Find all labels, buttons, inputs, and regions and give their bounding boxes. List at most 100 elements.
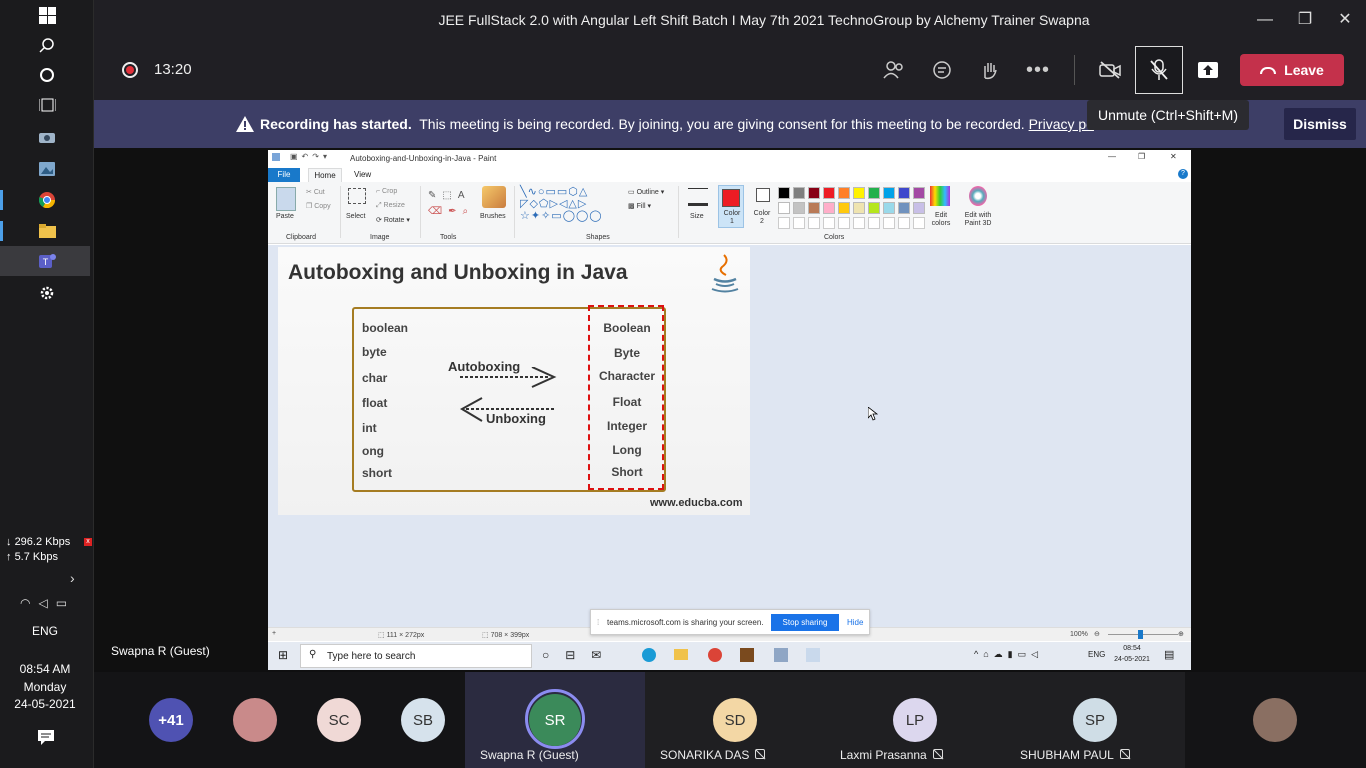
color2-label[interactable]: Color 2 bbox=[752, 210, 772, 226]
copy-button[interactable]: ❐ Copy bbox=[306, 202, 331, 210]
drag-handle-icon[interactable]: ⁞ bbox=[597, 618, 599, 627]
tools-icons[interactable]: ✎⬚A bbox=[428, 190, 471, 201]
inner-start-icon[interactable]: ⊞ bbox=[278, 648, 288, 662]
size-icon[interactable] bbox=[688, 188, 708, 206]
app-icon[interactable] bbox=[774, 648, 788, 662]
palette-swatch[interactable] bbox=[853, 202, 865, 214]
palette-empty-swatch[interactable] bbox=[898, 217, 910, 229]
tab-file[interactable]: File bbox=[268, 168, 300, 182]
stop-sharing-button[interactable]: Stop sharing bbox=[771, 614, 839, 631]
raise-hand-icon[interactable] bbox=[970, 50, 1010, 90]
app-icon[interactable] bbox=[740, 648, 754, 662]
participant-avatar[interactable]: SD bbox=[713, 698, 757, 742]
paint-restore-icon[interactable]: ❐ bbox=[1138, 152, 1145, 161]
palette-swatch[interactable] bbox=[883, 187, 895, 199]
select-icon[interactable] bbox=[348, 188, 366, 204]
palette-swatch[interactable] bbox=[913, 202, 925, 214]
search-icon[interactable] bbox=[0, 30, 94, 60]
palette-empty-swatch[interactable] bbox=[823, 217, 835, 229]
inner-tray-icons[interactable]: ^⌂☁▮▭◁ bbox=[974, 649, 1043, 660]
participant-avatar[interactable]: SC bbox=[317, 698, 361, 742]
language-indicator[interactable]: ENG bbox=[0, 624, 90, 638]
outline-button[interactable]: ▭ Outline ▾ bbox=[628, 188, 664, 196]
leave-button[interactable]: Leave bbox=[1240, 54, 1344, 86]
mute-button[interactable] bbox=[1135, 46, 1183, 94]
teams-icon[interactable]: T bbox=[0, 246, 94, 276]
inner-taskbar-apps[interactable]: ○⊟✉ bbox=[542, 648, 617, 662]
edge-icon[interactable] bbox=[642, 648, 656, 662]
inner-language[interactable]: ENG bbox=[1088, 650, 1105, 659]
color-palette[interactable] bbox=[778, 187, 928, 231]
palette-empty-swatch[interactable] bbox=[778, 217, 790, 229]
zoom-out-icon[interactable]: ⊖ bbox=[1094, 630, 1100, 638]
dismiss-button[interactable]: Dismiss bbox=[1284, 108, 1356, 140]
photos-app-icon[interactable] bbox=[0, 154, 94, 184]
tab-view[interactable]: View bbox=[354, 170, 371, 179]
palette-swatch[interactable] bbox=[808, 187, 820, 199]
camera-app-icon[interactable] bbox=[0, 122, 94, 152]
chrome-icon[interactable] bbox=[0, 185, 94, 215]
participant-avatar[interactable]: LP bbox=[893, 698, 937, 742]
chat-icon[interactable] bbox=[922, 50, 962, 90]
palette-empty-swatch[interactable] bbox=[883, 217, 895, 229]
brushes-icon[interactable] bbox=[482, 186, 506, 208]
palette-empty-swatch[interactable] bbox=[808, 217, 820, 229]
hide-button[interactable]: Hide bbox=[847, 618, 863, 627]
size-button[interactable]: Size bbox=[690, 213, 704, 220]
palette-swatch[interactable] bbox=[808, 202, 820, 214]
windows-start-icon[interactable] bbox=[0, 0, 94, 30]
paint-minimize-icon[interactable]: — bbox=[1108, 152, 1116, 161]
palette-empty-swatch[interactable] bbox=[913, 217, 925, 229]
inner-search-box[interactable]: ⚲ Type here to search bbox=[300, 644, 532, 668]
inner-clock-time[interactable]: 08:54 bbox=[1114, 645, 1150, 652]
help-icon[interactable]: ? bbox=[1178, 169, 1188, 179]
share-screen-icon[interactable] bbox=[1188, 50, 1228, 90]
palette-swatch[interactable] bbox=[868, 202, 880, 214]
palette-swatch[interactable] bbox=[793, 202, 805, 214]
edit-colors-button[interactable]: Edit colors bbox=[926, 212, 956, 228]
zoom-slider[interactable] bbox=[1108, 634, 1178, 635]
palette-swatch[interactable] bbox=[778, 187, 790, 199]
palette-empty-swatch[interactable] bbox=[838, 217, 850, 229]
palette-swatch[interactable] bbox=[883, 202, 895, 214]
palette-swatch[interactable] bbox=[868, 187, 880, 199]
palette-swatch[interactable] bbox=[913, 187, 925, 199]
inner-paint-icon[interactable] bbox=[806, 648, 820, 662]
participants-icon[interactable] bbox=[874, 50, 914, 90]
tools-icons-row2[interactable]: ⌫✒⌕ bbox=[428, 206, 474, 217]
palette-swatch[interactable] bbox=[793, 187, 805, 199]
privacy-policy-link[interactable]: Privacy po bbox=[1029, 116, 1094, 132]
palette-swatch[interactable] bbox=[823, 187, 835, 199]
more-participants-badge[interactable]: +41 bbox=[149, 698, 193, 742]
paint-canvas[interactable]: Autoboxing and Unboxing in Java boolean b… bbox=[278, 247, 750, 515]
close-icon[interactable]: x bbox=[84, 538, 92, 546]
inner-chrome-icon[interactable] bbox=[708, 648, 722, 662]
more-options-icon[interactable]: ••• bbox=[1018, 50, 1058, 90]
select-button[interactable]: Select bbox=[346, 213, 365, 220]
fill-button[interactable]: ▩ Fill ▾ bbox=[628, 202, 651, 210]
file-explorer-icon[interactable] bbox=[0, 216, 94, 246]
settings-gear-icon[interactable] bbox=[0, 278, 94, 308]
cut-button[interactable]: ✂ Cut bbox=[306, 188, 325, 196]
inner-explorer-icon[interactable] bbox=[674, 649, 688, 660]
zoom-thumb[interactable] bbox=[1138, 630, 1143, 639]
palette-swatch[interactable] bbox=[778, 202, 790, 214]
rotate-button[interactable]: ⟳ Rotate ▾ bbox=[376, 216, 410, 224]
volume-icon[interactable]: ◁ bbox=[38, 596, 55, 610]
palette-empty-swatch[interactable] bbox=[853, 217, 865, 229]
paint3d-icon[interactable] bbox=[969, 186, 987, 206]
clock-time[interactable]: 08:54 AM bbox=[0, 662, 90, 676]
participant-avatar[interactable]: SP bbox=[1073, 698, 1117, 742]
palette-swatch[interactable] bbox=[898, 202, 910, 214]
notifications-icon[interactable] bbox=[38, 730, 54, 750]
participant-avatar[interactable]: SB bbox=[401, 698, 445, 742]
close-window-icon[interactable]: ✕ bbox=[1322, 0, 1366, 40]
zoom-in-icon[interactable]: ⊕ bbox=[1178, 630, 1184, 638]
palette-empty-swatch[interactable] bbox=[793, 217, 805, 229]
quick-access-icons[interactable]: ▣↶↷▾ bbox=[290, 152, 331, 161]
tab-home[interactable]: Home bbox=[308, 168, 342, 182]
cortana-icon[interactable] bbox=[0, 60, 94, 90]
paint-close-icon[interactable]: ✕ bbox=[1170, 152, 1177, 161]
crop-button[interactable]: ⌐ Crop bbox=[376, 188, 397, 195]
resize-button[interactable]: ⤢ Resize bbox=[376, 202, 405, 210]
